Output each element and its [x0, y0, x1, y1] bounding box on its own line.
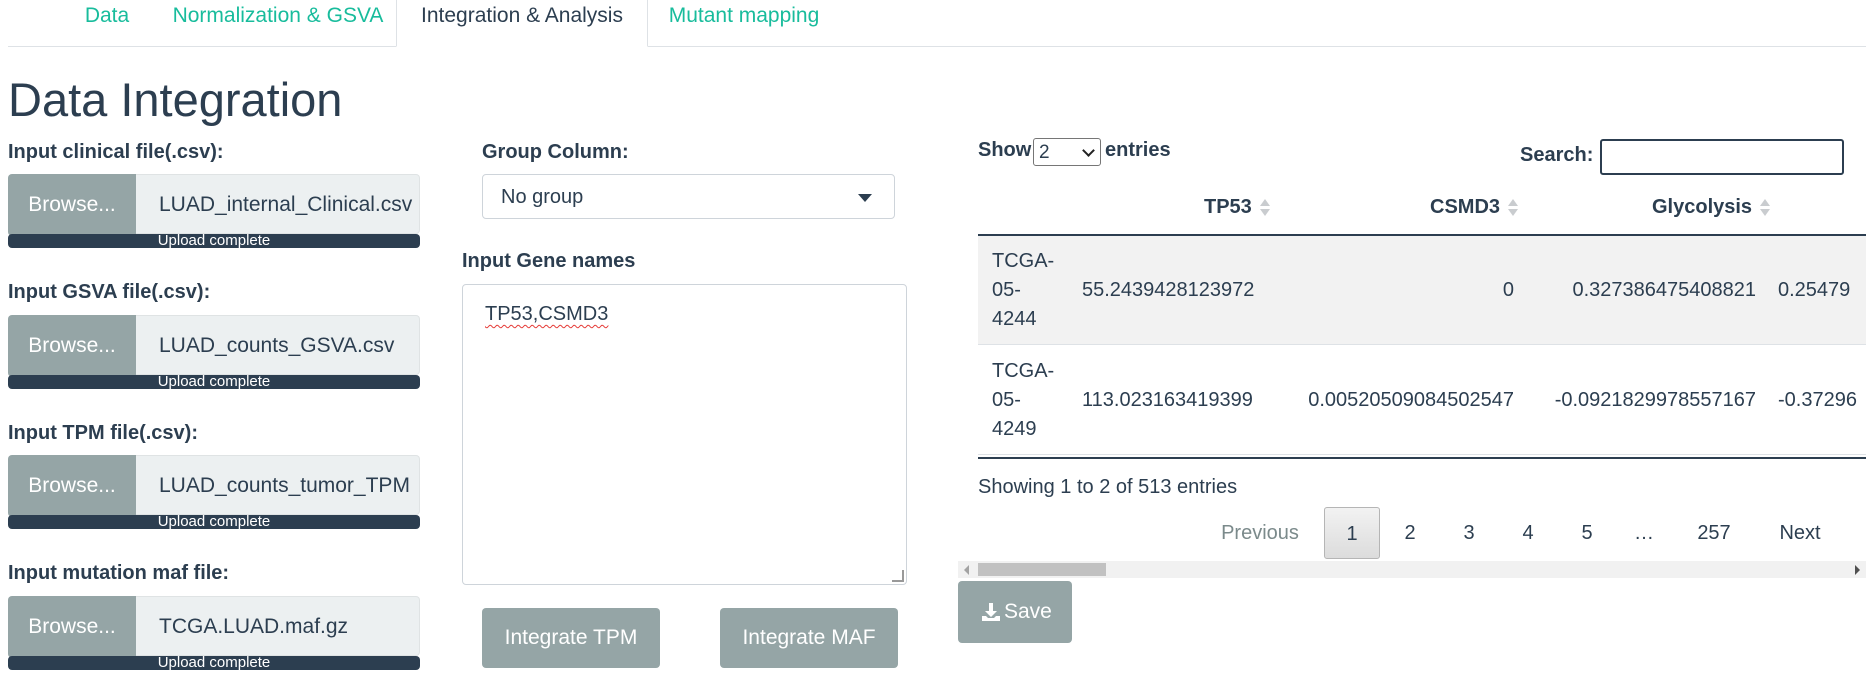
extra-cell: -0.37296 — [1778, 388, 1857, 411]
pagination-page-3[interactable]: 3 — [1449, 507, 1489, 559]
maf-browse-button[interactable]: Browse... — [8, 596, 136, 658]
maf-upload-progress: Upload complete — [8, 655, 420, 670]
page-title: Data Integration — [8, 73, 343, 126]
tab-mutant-mapping[interactable]: Mutant mapping — [654, 0, 834, 46]
table-info: Showing 1 to 2 of 513 entries — [978, 476, 1238, 498]
integrate-maf-button[interactable]: Integrate MAF — [720, 608, 898, 668]
gsva-browse-button[interactable]: Browse... — [8, 315, 136, 377]
sort-icon — [1259, 198, 1270, 217]
clinical-upload-progress: Upload complete — [8, 233, 420, 248]
table-header: TP53 CSMD3 Glycolysis — [978, 184, 1866, 236]
scrollbar-thumb[interactable] — [978, 563, 1106, 576]
page-length-value: 2 — [1039, 142, 1050, 163]
data-table: TP53 CSMD3 Glycolysis TCGA- 05- 4244 55.24… — [978, 184, 1866, 458]
save-button[interactable]: Save — [958, 581, 1072, 643]
tab-data[interactable]: Data — [62, 0, 152, 46]
gene-names-input[interactable]: TP53,CSMD3 — [462, 284, 907, 585]
column-label: Glycolysis — [1652, 196, 1753, 218]
download-icon — [982, 603, 1000, 621]
pagination-previous[interactable]: Previous — [1212, 507, 1308, 559]
table-row: TCGA- 05- 4244 55.2439428123972 0 0.327386… — [978, 236, 1866, 345]
clinical-browse-button[interactable]: Browse... — [8, 174, 136, 236]
column-header-tp53[interactable]: TP53 — [1204, 196, 1270, 219]
pagination-page-4[interactable]: 4 — [1508, 507, 1548, 559]
table-bottom-border — [978, 457, 1866, 459]
search-label: Search: — [1520, 144, 1594, 166]
scroll-left-icon[interactable] — [964, 565, 969, 575]
sort-icon — [1760, 198, 1771, 217]
column-header-glycolysis[interactable]: Glycolysis — [1652, 196, 1771, 219]
page-length-select[interactable]: 2 — [1033, 138, 1101, 166]
pagination-page-1[interactable]: 1 — [1324, 507, 1380, 559]
tab-integration-analysis[interactable]: Integration & Analysis — [396, 0, 648, 47]
column-header-csmd3[interactable]: CSMD3 — [1430, 196, 1519, 219]
tab-normalization-gsva[interactable]: Normalization & GSVA — [168, 0, 388, 46]
pagination-page-257[interactable]: 257 — [1688, 507, 1740, 559]
tpm-filename-field[interactable]: LUAD_counts_tumor_TPM — [136, 455, 420, 515]
pagination-ellipsis: … — [1634, 522, 1654, 544]
glycolysis-cell: 0.327386475408821 — [1572, 278, 1756, 301]
gene-names-label: Input Gene names — [462, 250, 636, 272]
search-input[interactable] — [1600, 139, 1844, 175]
maf-file-label: Input mutation maf file: — [8, 562, 230, 584]
gsva-upload-progress: Upload complete — [8, 374, 420, 389]
integrate-tpm-button[interactable]: Integrate TPM — [482, 608, 660, 668]
caret-down-icon — [858, 194, 872, 202]
sort-icon — [1508, 198, 1519, 217]
clinical-file-label: Input clinical file(.csv): — [8, 141, 224, 163]
group-column-select[interactable]: No group — [482, 174, 895, 219]
group-column-label: Group Column: — [482, 141, 629, 163]
glycolysis-cell: -0.0921829978557167 — [1554, 388, 1756, 411]
resize-handle-icon[interactable] — [892, 570, 904, 582]
pagination-next[interactable]: Next — [1760, 507, 1840, 559]
save-label: Save — [1004, 600, 1052, 623]
column-label: CSMD3 — [1430, 196, 1501, 218]
maf-filename-field[interactable]: TCGA.LUAD.maf.gz — [136, 596, 420, 656]
table-row: TCGA- 05- 4249 113.023163419399 0.00520509… — [978, 346, 1866, 455]
nav-tabs: Data Normalization & GSVA Integration & … — [8, 0, 1866, 47]
gsva-filename-field[interactable]: LUAD_counts_GSVA.csv — [136, 315, 420, 375]
extra-cell: 0.25479 — [1778, 278, 1851, 301]
group-column-value: No group — [501, 186, 584, 208]
show-label: Show — [978, 139, 1032, 161]
entries-label: entries — [1105, 139, 1171, 161]
column-label: TP53 — [1204, 196, 1252, 218]
pagination-page-2[interactable]: 2 — [1390, 507, 1430, 559]
horizontal-scrollbar[interactable] — [958, 561, 1866, 578]
chevron-down-icon — [1082, 144, 1095, 157]
scroll-right-icon[interactable] — [1855, 565, 1860, 575]
pagination-page-5[interactable]: 5 — [1567, 507, 1607, 559]
tpm-browse-button[interactable]: Browse... — [8, 455, 136, 517]
gene-names-value: TP53,CSMD3 — [485, 303, 609, 325]
tpm-file-label: Input TPM file(.csv): — [8, 422, 198, 444]
clinical-filename-field[interactable]: LUAD_internal_Clinical.csv — [136, 174, 420, 234]
gsva-file-label: Input GSVA file(.csv): — [8, 281, 211, 303]
tpm-upload-progress: Upload complete — [8, 514, 420, 529]
